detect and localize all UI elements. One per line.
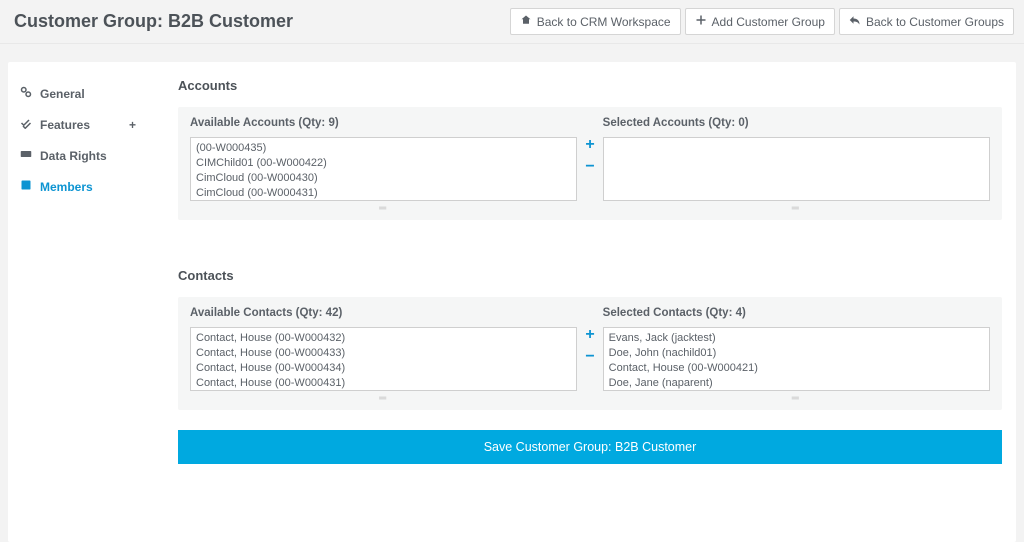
sidebar-item-label: Members xyxy=(40,180,93,194)
top-actions: Back to CRM Workspace Add Customer Group… xyxy=(510,8,1014,35)
list-item[interactable]: (00-W000435) xyxy=(196,141,571,156)
plus-icon xyxy=(695,14,707,29)
add-customer-group-button[interactable]: Add Customer Group xyxy=(685,8,835,35)
list-item[interactable]: CIMChild01 (00-W000422) xyxy=(196,156,571,171)
available-accounts-column: Available Accounts (Qty: 9) (00-W000435)… xyxy=(190,117,577,214)
list-item[interactable]: CimCloud (00-W000430) xyxy=(196,171,571,186)
page-title: Customer Group: B2B Customer xyxy=(14,11,293,32)
main-content: Accounts Available Accounts (Qty: 9) (00… xyxy=(148,62,1016,542)
list-item[interactable]: CimCloud (00-W000431) xyxy=(196,186,571,201)
available-accounts-listbox[interactable]: (00-W000435)CIMChild01 (00-W000422)CimCl… xyxy=(190,137,577,201)
list-item[interactable]: Doe, John (nachild01) xyxy=(609,346,984,361)
save-bar: Save Customer Group: B2B Customer xyxy=(178,430,1002,464)
back-to-crm-workspace-button[interactable]: Back to CRM Workspace xyxy=(510,8,681,35)
list-item[interactable]: Contact, House (00-W000421) xyxy=(609,361,984,376)
list-item[interactable]: Contact, House (00-W000434) xyxy=(196,361,571,376)
selected-contacts-column: Selected Contacts (Qty: 4) Evans, Jack (… xyxy=(603,307,990,404)
remove-contact-button[interactable]: − xyxy=(585,349,594,365)
selected-contacts-header: Selected Contacts (Qty: 4) xyxy=(603,307,990,319)
home-icon xyxy=(520,14,532,29)
selected-contacts-listbox[interactable]: Evans, Jack (jacktest)Doe, John (nachild… xyxy=(603,327,990,391)
back-workspace-label: Back to CRM Workspace xyxy=(537,15,671,29)
add-group-label: Add Customer Group xyxy=(712,15,825,29)
gears-icon xyxy=(20,86,32,101)
resize-handle-icon[interactable]: ═ xyxy=(190,393,577,404)
list-item[interactable]: Contact, House (00-W000432) xyxy=(196,331,571,346)
top-bar: Customer Group: B2B Customer Back to CRM… xyxy=(0,0,1024,44)
accounts-section-title: Accounts xyxy=(178,78,1002,93)
list-item[interactable]: Contact, House (00-W000435) xyxy=(196,390,571,391)
data-icon xyxy=(20,148,32,163)
remove-account-button[interactable]: − xyxy=(585,159,594,175)
back-groups-label: Back to Customer Groups xyxy=(866,15,1004,29)
selected-accounts-header: Selected Accounts (Qty: 0) xyxy=(603,117,990,129)
add-contact-button[interactable]: + xyxy=(585,327,594,343)
contacts-section-title: Contacts xyxy=(178,268,1002,283)
list-item[interactable]: CimCloud (00-W000432) xyxy=(196,200,571,201)
resize-handle-icon[interactable]: ═ xyxy=(190,203,577,214)
sidebar-item-features[interactable]: Features + xyxy=(8,109,148,140)
sidebar-item-label: General xyxy=(40,87,85,101)
available-contacts-listbox[interactable]: Contact, House (00-W000432)Contact, Hous… xyxy=(190,327,577,391)
selected-accounts-column: Selected Accounts (Qty: 0) ═ xyxy=(603,117,990,214)
resize-handle-icon[interactable]: ═ xyxy=(603,393,990,404)
selected-accounts-listbox[interactable] xyxy=(603,137,990,201)
list-item[interactable]: Doe, Jane (naparent) xyxy=(609,376,984,391)
list-item[interactable]: Contact, House (00-W000433) xyxy=(196,346,571,361)
resize-handle-icon[interactable]: ═ xyxy=(603,203,990,214)
available-contacts-column: Available Contacts (Qty: 42) Contact, Ho… xyxy=(190,307,577,404)
sidebar-item-members[interactable]: Members xyxy=(8,171,148,202)
contacts-panel: Available Contacts (Qty: 42) Contact, Ho… xyxy=(178,297,1002,410)
workspace: General Features + Data Rights Members A… xyxy=(8,62,1016,542)
sidebar-item-label: Data Rights xyxy=(40,149,107,163)
members-icon xyxy=(20,179,32,194)
accounts-transfer-controls: + − xyxy=(585,117,594,175)
sidebar-item-label: Features xyxy=(40,118,90,132)
contacts-transfer-controls: + − xyxy=(585,307,594,365)
list-item[interactable]: Contact, House (00-W000431) xyxy=(196,376,571,391)
available-contacts-header: Available Contacts (Qty: 42) xyxy=(190,307,577,319)
add-account-button[interactable]: + xyxy=(585,137,594,153)
available-accounts-header: Available Accounts (Qty: 9) xyxy=(190,117,577,129)
list-item[interactable]: Evans, Jack (jacktest) xyxy=(609,331,984,346)
back-to-customer-groups-button[interactable]: Back to Customer Groups xyxy=(839,8,1014,35)
sidebar: General Features + Data Rights Members xyxy=(8,62,148,542)
check-icon xyxy=(20,117,32,132)
sidebar-item-data-rights[interactable]: Data Rights xyxy=(8,140,148,171)
reply-icon xyxy=(849,14,861,29)
expand-icon[interactable]: + xyxy=(129,118,136,132)
sidebar-item-general[interactable]: General xyxy=(8,78,148,109)
accounts-panel: Available Accounts (Qty: 9) (00-W000435)… xyxy=(178,107,1002,220)
save-customer-group-button[interactable]: Save Customer Group: B2B Customer xyxy=(178,430,1002,464)
